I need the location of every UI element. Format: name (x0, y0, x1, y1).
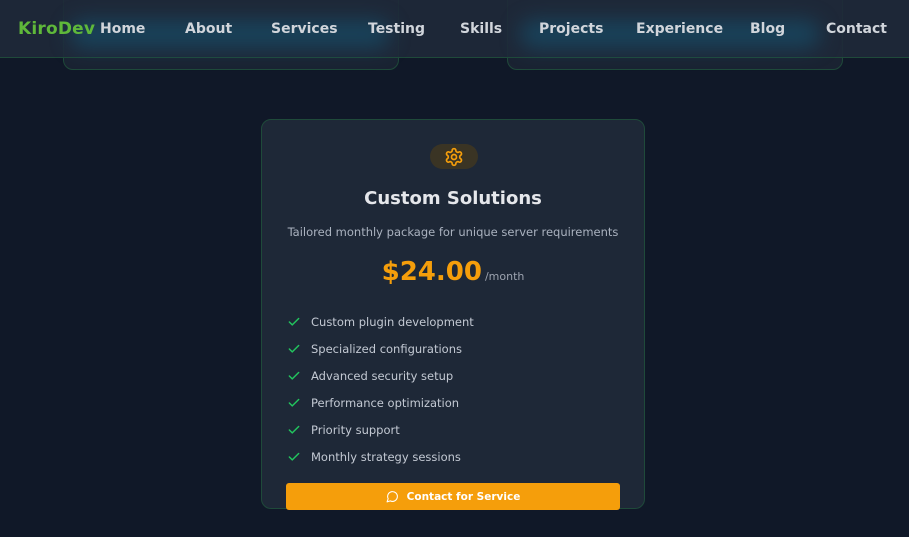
feature-text: Advanced security setup (311, 368, 454, 383)
check-icon (287, 369, 301, 383)
nav-link-projects[interactable]: Projects (539, 21, 603, 37)
feature-text: Priority support (311, 422, 400, 437)
feature-item: Monthly strategy sessions (287, 443, 474, 470)
feature-text: Custom plugin development (311, 314, 474, 329)
brand-logo[interactable]: KiroDev (18, 19, 95, 39)
feature-text: Performance optimization (311, 395, 460, 410)
check-icon (287, 342, 301, 356)
gear-icon-badge (430, 144, 478, 169)
nav-link-blog[interactable]: Blog (750, 21, 785, 37)
navbar: KiroDev Home About Services Testing Skil… (0, 0, 909, 58)
nav-link-experience[interactable]: Experience (636, 21, 723, 37)
feature-list: Custom plugin development Specialized co… (287, 308, 474, 470)
check-icon (287, 396, 301, 410)
feature-text: Monthly strategy sessions (311, 449, 461, 464)
feature-text: Specialized configurations (311, 341, 462, 356)
nav-link-services[interactable]: Services (271, 21, 338, 37)
gear-icon (444, 147, 464, 167)
card-description: Tailored monthly package for unique serv… (287, 225, 619, 239)
message-circle-icon (386, 490, 399, 503)
feature-item: Custom plugin development (287, 308, 474, 335)
feature-item: Specialized configurations (287, 335, 474, 362)
check-icon (287, 450, 301, 464)
feature-item: Advanced security setup (287, 362, 474, 389)
nav-link-testing[interactable]: Testing (368, 21, 425, 37)
price-period: /month (484, 270, 525, 283)
nav-link-contact[interactable]: Contact (826, 21, 887, 37)
contact-for-service-button[interactable]: Contact for Service (286, 483, 620, 510)
card-title: Custom Solutions (364, 188, 542, 209)
nav-link-home[interactable]: Home (100, 21, 145, 37)
check-icon (287, 423, 301, 437)
cta-label: Contact for Service (406, 490, 521, 503)
nav-link-skills[interactable]: Skills (460, 21, 502, 37)
price-row: $24.00/month (262, 257, 644, 287)
feature-item: Priority support (287, 416, 474, 443)
check-icon (287, 315, 301, 329)
page: KiroDev Home About Services Testing Skil… (0, 0, 909, 537)
price-amount: $24.00 (381, 257, 482, 287)
nav-link-about[interactable]: About (185, 21, 232, 37)
pricing-card-custom-solutions: Custom Solutions Tailored monthly packag… (261, 119, 645, 510)
feature-item: Performance optimization (287, 389, 474, 416)
